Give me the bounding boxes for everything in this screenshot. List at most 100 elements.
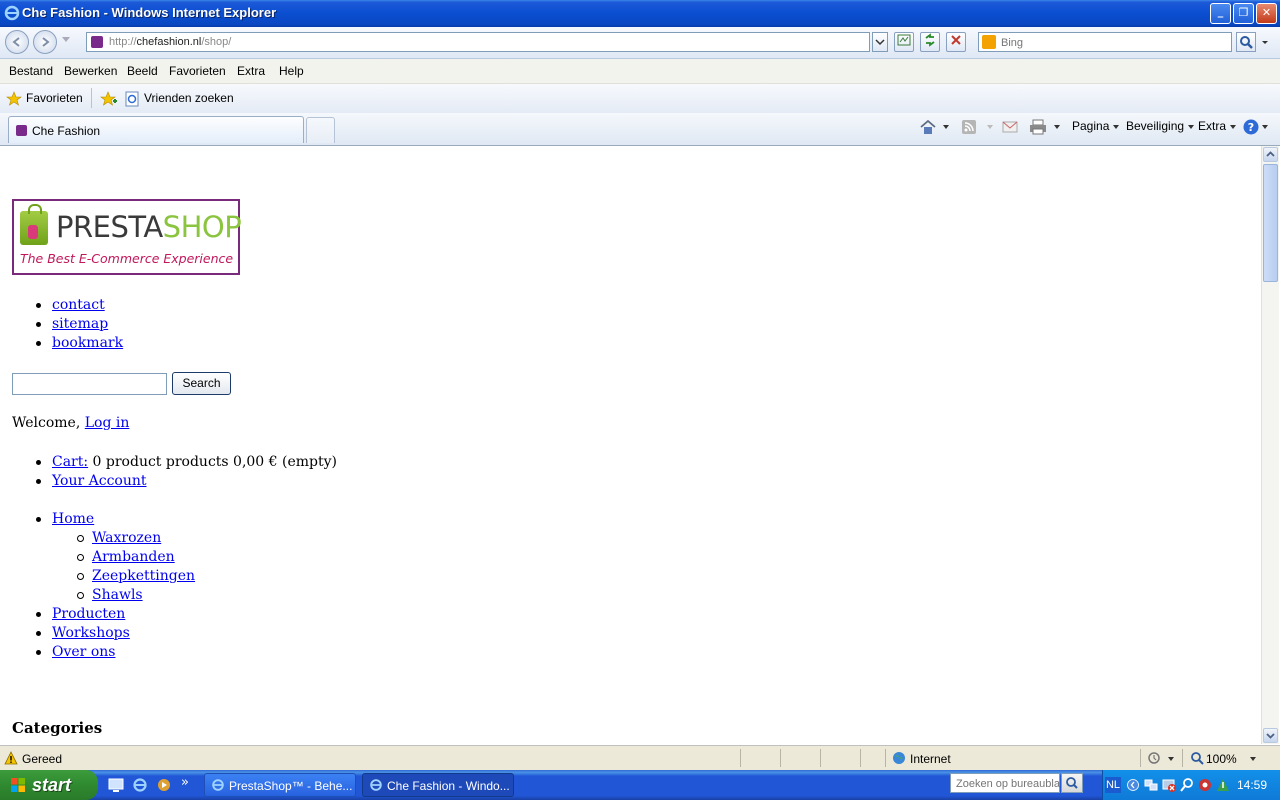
list-item: contact [36, 296, 123, 315]
security-menu[interactable]: Beveiliging [1126, 119, 1195, 133]
refresh-button[interactable] [920, 32, 940, 52]
scroll-up-button[interactable] [1263, 147, 1278, 162]
nav-over-ons-link[interactable]: Over ons [52, 644, 115, 660]
stop-button[interactable] [946, 32, 966, 52]
bookmark-link[interactable]: bookmark [52, 335, 123, 351]
network-icon[interactable] [1143, 777, 1159, 793]
new-tab-button[interactable] [306, 117, 335, 143]
address-bar[interactable]: http://chefashion.nl/shop/ [86, 32, 870, 52]
categories-heading: Categories [12, 719, 103, 737]
maximize-button[interactable]: ❐ [1233, 3, 1254, 24]
media-player-icon[interactable] [156, 777, 172, 793]
top-links: contact sitemap bookmark [36, 296, 123, 353]
scroll-down-button[interactable] [1263, 728, 1278, 743]
nav-zeepkettingen-link[interactable]: Zeepkettingen [92, 568, 195, 584]
show-desktop-icon[interactable] [108, 777, 124, 793]
sitemap-link[interactable]: sitemap [52, 316, 108, 332]
desktop-search-button[interactable] [1061, 773, 1083, 793]
menu-bestand[interactable]: Bestand [9, 64, 53, 78]
protected-mode-icon[interactable] [1146, 751, 1162, 765]
home-icon[interactable] [919, 118, 937, 136]
nav-waxrozen-link[interactable]: Waxrozen [92, 530, 161, 546]
nav-home-link[interactable]: Home [52, 511, 94, 527]
store-search-button[interactable]: Search [172, 372, 231, 395]
add-favorite-icon[interactable] [100, 91, 118, 107]
language-indicator[interactable]: NL [1105, 777, 1121, 793]
menu-extra[interactable]: Extra [237, 64, 265, 78]
favorite-link-vrienden-zoeken[interactable]: Vrienden zoeken [144, 91, 234, 105]
tab-label: Che Fashion [32, 124, 101, 138]
login-link[interactable]: Log in [85, 415, 130, 431]
nav-workshops-link[interactable]: Workshops [52, 625, 130, 641]
contact-link[interactable]: contact [52, 297, 105, 313]
desktop-search-input[interactable] [954, 775, 1062, 793]
main-nav: Home [36, 510, 94, 529]
print-icon[interactable] [1029, 119, 1047, 135]
search-options-button[interactable] [1258, 32, 1272, 52]
store-logo[interactable]: PRESTASHOP The Best E-Commerce Experienc… [12, 199, 242, 275]
updates-icon[interactable] [1215, 777, 1231, 793]
store-search-input[interactable] [12, 373, 167, 395]
zoom-dropdown[interactable] [1250, 757, 1256, 761]
tab-bar: Che Fashion Pagina Beveiliging Extra ? [0, 113, 1280, 146]
status-text: Gereed [22, 752, 63, 766]
your-account-link[interactable]: Your Account [52, 473, 147, 489]
windows-logo-icon [11, 778, 25, 792]
protected-mode-dropdown[interactable] [1168, 757, 1174, 761]
print-dropdown[interactable] [1054, 125, 1060, 129]
list-item: Workshops [36, 624, 130, 643]
nav-shawls-link[interactable]: Shawls [92, 587, 143, 603]
page-menu[interactable]: Pagina [1072, 119, 1120, 133]
vertical-scrollbar[interactable] [1261, 146, 1279, 744]
help-icon[interactable]: ? [1242, 118, 1260, 136]
nav-producten-link[interactable]: Producten [52, 606, 125, 622]
internet-explorer-icon[interactable] [132, 777, 148, 793]
favorites-button[interactable]: Favorieten [26, 91, 83, 105]
web-search-box[interactable] [978, 32, 1232, 52]
scroll-thumb[interactable] [1263, 164, 1278, 282]
window-title-bar[interactable]: Che Fashion - Windows Internet Explorer … [0, 0, 1280, 27]
tab-che-fashion[interactable]: Che Fashion [8, 116, 304, 143]
menu-beeld[interactable]: Beeld [127, 64, 158, 78]
cart-summary: 0 product products 0,00 € (empty) [92, 454, 338, 470]
security-alert-icon[interactable] [1161, 777, 1177, 793]
zoom-level[interactable]: 100% [1206, 752, 1237, 766]
mail-icon[interactable] [1002, 119, 1018, 135]
start-button[interactable]: start [0, 770, 98, 800]
close-button[interactable]: ✕ [1256, 3, 1277, 24]
rss-feed-icon[interactable] [961, 119, 977, 135]
recent-pages-dropdown[interactable] [62, 37, 70, 42]
circle-bullet [77, 573, 84, 580]
compatibility-view-button[interactable] [894, 32, 914, 52]
chevron-left-icon[interactable] [1127, 778, 1139, 792]
taskbar-item-prestashop[interactable]: PrestaShop™ - Behe... [204, 773, 356, 797]
nav-armbanden-link[interactable]: Armbanden [92, 549, 175, 565]
bullet [36, 322, 41, 327]
search-icon [1240, 36, 1253, 49]
home-dropdown[interactable] [943, 125, 949, 129]
cart-link[interactable]: Cart: [52, 454, 88, 470]
desktop-search-box[interactable] [950, 773, 1062, 793]
antivirus-icon[interactable] [1197, 777, 1213, 793]
help-dropdown[interactable] [1262, 125, 1268, 129]
clock[interactable]: 14:59 [1237, 778, 1267, 792]
back-button[interactable] [5, 30, 29, 54]
search-go-button[interactable] [1236, 32, 1256, 52]
address-dropdown-button[interactable] [872, 32, 888, 52]
chevron-down-icon [875, 39, 885, 46]
minimize-button[interactable]: _ [1210, 3, 1231, 24]
menu-favorieten[interactable]: Favorieten [169, 64, 226, 78]
globe-icon [893, 752, 905, 764]
circle-bullet [77, 592, 84, 599]
quicklaunch-overflow-icon[interactable]: » [181, 775, 189, 790]
web-search-input[interactable] [999, 34, 1223, 52]
search-icon[interactable] [1179, 777, 1195, 793]
forward-button[interactable] [33, 30, 57, 54]
menu-bewerken[interactable]: Bewerken [64, 64, 117, 78]
rss-dropdown[interactable] [987, 125, 993, 129]
address-url[interactable]: http://chefashion.nl/shop/ [109, 36, 231, 48]
taskbar-item-che-fashion[interactable]: Che Fashion - Windo... [362, 773, 514, 797]
menu-help[interactable]: Help [279, 64, 304, 78]
extra-menu[interactable]: Extra [1198, 119, 1237, 133]
zoom-icon[interactable] [1190, 751, 1204, 765]
